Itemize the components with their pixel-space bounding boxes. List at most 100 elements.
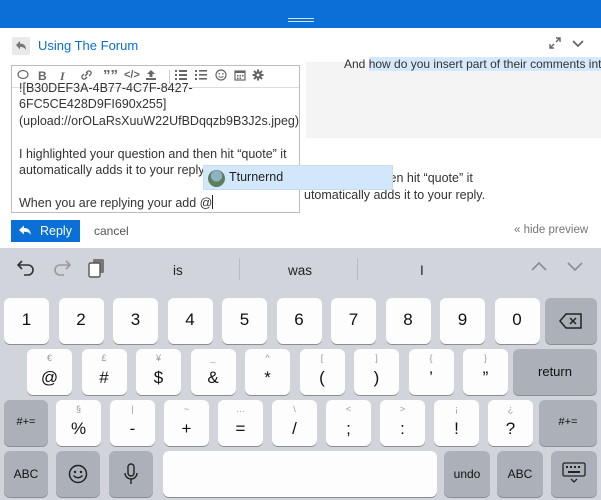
key-char: ! (454, 419, 459, 438)
key-r2-7[interactable]: ]) (354, 349, 399, 395)
key-r1-2[interactable]: 2 (58, 298, 104, 344)
editor-line: 6FC5CE428D9FI690x255] (19, 97, 167, 112)
key-char: 6 (294, 310, 304, 329)
key-r3-6[interactable]: <; (326, 400, 371, 446)
resize-grip[interactable] (288, 18, 314, 22)
symbols-shift-key-right[interactable]: #+= (539, 400, 597, 446)
clipboard-icon[interactable] (88, 258, 106, 283)
preview-quote-line: And how do you insert part of their comm… (344, 57, 601, 71)
reply-editor[interactable]: B I ”” </> ![B30DEF3A-4B77-4C7F-8427- 6F… (11, 65, 300, 213)
editor-text[interactable]: ![B30DEF3A-4B77-4C7F-8427- 6FC5CE428D9FI… (19, 81, 300, 211)
mention-username: Tturnernd (229, 170, 284, 184)
key-char: ( (319, 368, 325, 387)
key-char: 7 (348, 310, 359, 329)
cancel-link[interactable]: cancel (94, 224, 129, 238)
key-r3-2[interactable]: | - (110, 400, 155, 446)
key-r1-4[interactable]: 4 (167, 298, 213, 344)
key-alt-char: § (75, 404, 81, 414)
key-char: # (99, 368, 109, 387)
key-r1-3[interactable]: 3 (113, 298, 158, 344)
abc-key-label: ABC (13, 467, 39, 481)
undo-key[interactable]: undo (444, 451, 490, 497)
key-r3-5[interactable]: \ / (272, 400, 317, 446)
key-r1-5[interactable]: 5 (222, 298, 267, 344)
key-r1-1[interactable]: 1 (4, 298, 49, 344)
mention-suggestion[interactable]: Tturnernd (203, 165, 393, 190)
key-r2-9[interactable]: }” (463, 349, 508, 395)
dismiss-keyboard-key[interactable] (551, 451, 597, 497)
reply-arrow-icon (18, 223, 32, 240)
fullscreen-icon[interactable] (548, 36, 562, 53)
abc-key-right[interactable]: ABC (497, 451, 543, 497)
chevron-up-icon[interactable] (530, 258, 548, 278)
key-r1-6[interactable]: 6 (276, 298, 322, 344)
undo-arrow-icon[interactable] (16, 258, 36, 281)
reply-button-label: Reply (40, 224, 72, 238)
key-r1-7[interactable]: 7 (331, 298, 376, 344)
delete-key[interactable] (545, 298, 597, 344)
key-char: ’ (429, 368, 433, 387)
text-caret (212, 194, 214, 209)
reply-icon (12, 37, 30, 55)
key-char: * (264, 368, 271, 387)
emoji-keyboard-key[interactable] (56, 451, 100, 497)
key-alt-char: | (131, 404, 134, 414)
key-char: 9 (457, 310, 468, 329)
hide-preview-link[interactable]: « hide preview (514, 224, 588, 236)
chevron-down-icon[interactable] (566, 258, 584, 278)
quoted-preview-block (306, 62, 601, 138)
redo-arrow-icon[interactable] (52, 258, 72, 281)
key-r3-4[interactable]: … = (218, 400, 263, 446)
key-alt-char: ¥ (155, 353, 161, 363)
key-char: / (292, 419, 297, 438)
key-r1-9[interactable]: 9 (440, 298, 485, 344)
topic-title[interactable]: Using The Forum (38, 38, 138, 53)
key-char: 1 (21, 310, 32, 329)
key-r2-5[interactable]: ^ * (245, 349, 290, 395)
key-char: & (207, 368, 219, 387)
key-r2-8[interactable]: {’ (408, 349, 454, 395)
key-alt-char: ¡ (455, 404, 458, 414)
key-r2-2[interactable]: £ # (81, 349, 127, 395)
key-r3-9[interactable]: ¿? (488, 400, 533, 446)
key-r2-4[interactable]: _ & (190, 349, 236, 395)
suggestion-divider (239, 258, 240, 280)
key-r3-8[interactable]: ¡! (434, 400, 479, 446)
suggestion-1[interactable]: is (173, 263, 183, 278)
key-char: $ (153, 368, 164, 387)
suggestion-2[interactable]: was (288, 263, 312, 278)
key-char: = (235, 419, 246, 438)
key-char: : (400, 419, 405, 438)
editor-line-current: When you are replying your add @ (19, 194, 214, 210)
key-r2-6[interactable]: [( (299, 349, 345, 395)
key-alt-char: ] (375, 353, 378, 363)
key-char: 3 (130, 310, 141, 329)
key-char: 8 (403, 310, 413, 329)
symbols-shift-key-left[interactable]: #+= (4, 400, 48, 446)
composer-header-bar[interactable] (0, 0, 601, 28)
editor-line: (upload://orOLaRsXuuW22UfBDqqzb9B3J2s.jp… (19, 113, 300, 128)
key-r1-8[interactable]: 8 (385, 298, 431, 344)
abc-key-left[interactable]: ABC (4, 451, 48, 497)
chevron-down-icon[interactable] (571, 36, 585, 53)
key-alt-char: } (483, 353, 487, 363)
key-r1-10[interactable]: 0 (494, 298, 540, 344)
key-char: ” (482, 368, 489, 387)
editor-line: ![B30DEF3A-4B77-4C7F-8427- (19, 81, 193, 95)
key-char: ; (346, 419, 351, 438)
key-r2-3[interactable]: ¥ $ (136, 349, 181, 395)
avatar (208, 170, 225, 187)
suggestion-3[interactable]: I (420, 263, 424, 278)
key-alt-char: { (429, 353, 433, 363)
reply-button[interactable]: Reply (11, 220, 80, 242)
editor-line (19, 129, 299, 145)
space-key[interactable] (163, 451, 437, 497)
return-key-label: return (538, 364, 572, 379)
undo-key-label: undo (453, 467, 481, 481)
dictation-key[interactable] (109, 451, 153, 497)
return-key[interactable]: return (513, 349, 597, 395)
key-r3-1[interactable]: §% (56, 400, 101, 446)
key-r3-3[interactable]: ~ + (164, 400, 209, 446)
key-r2-1[interactable]: € @ (27, 349, 72, 395)
key-r3-7[interactable]: >: (380, 400, 425, 446)
